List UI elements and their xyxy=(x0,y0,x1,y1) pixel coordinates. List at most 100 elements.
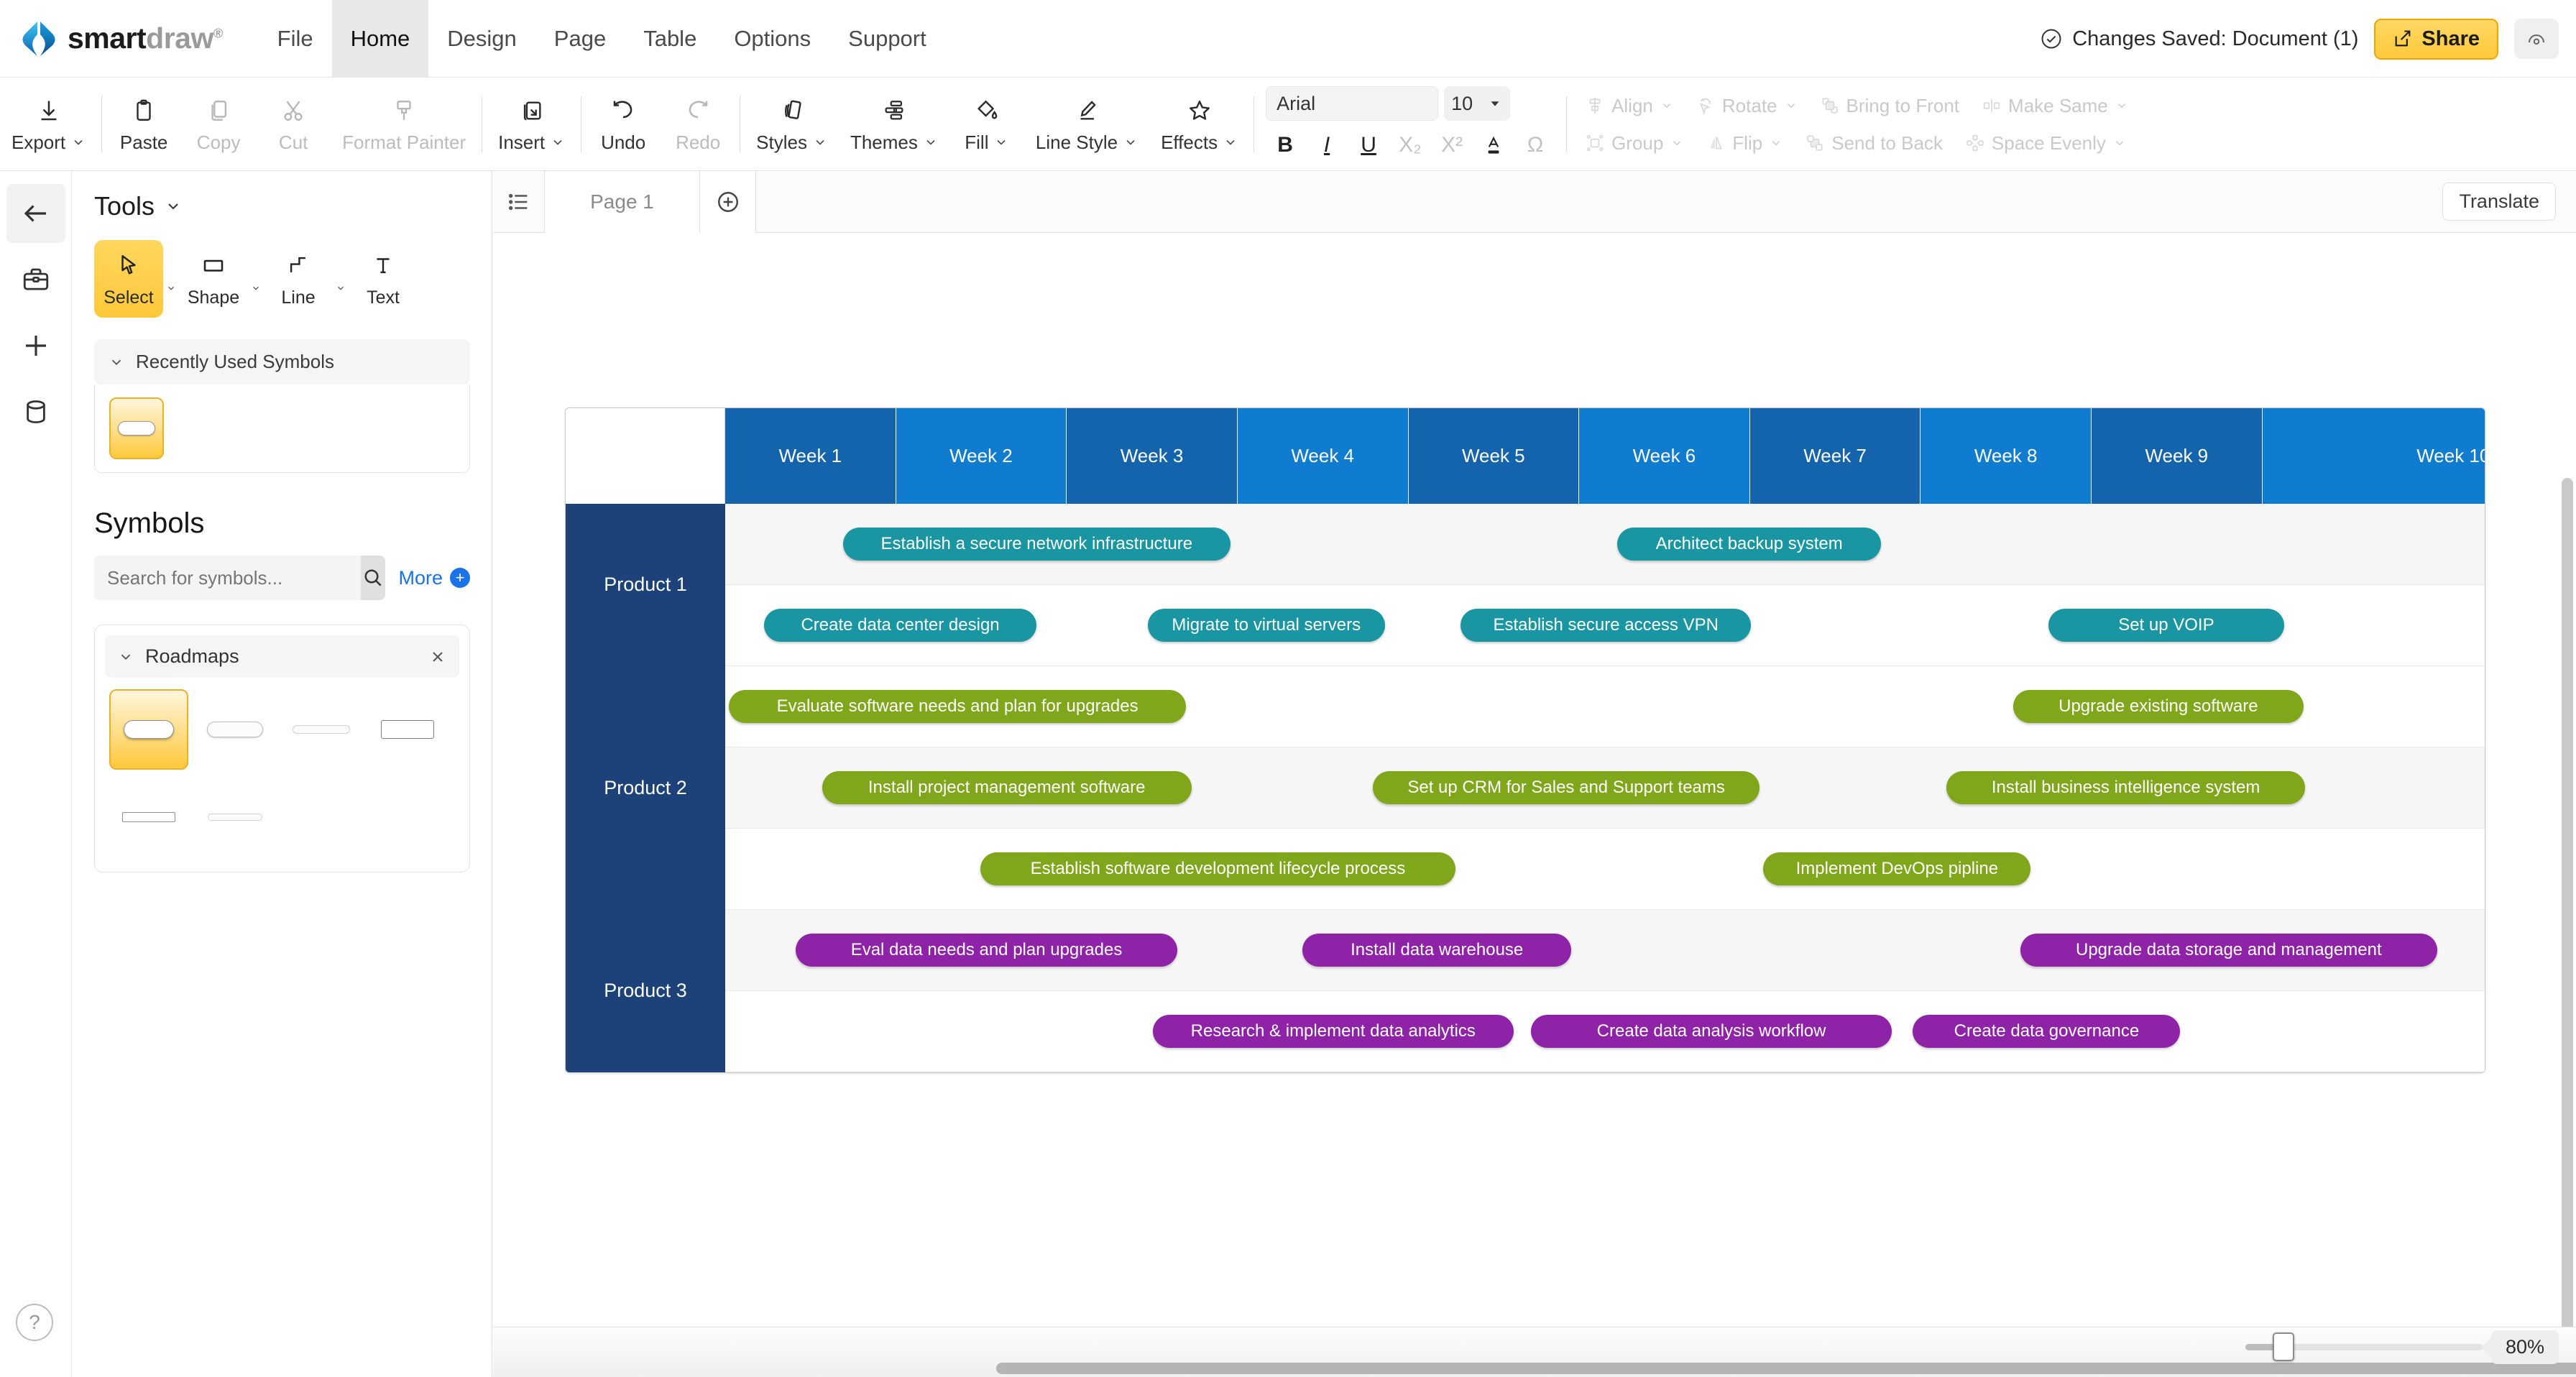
page-tab[interactable]: Page 1 xyxy=(545,171,700,233)
horizontal-scroll-thumb[interactable] xyxy=(996,1363,2576,1374)
help-button[interactable]: ? xyxy=(16,1304,53,1341)
chart-task-bar[interactable]: Establish software development lifecycle… xyxy=(980,852,1455,885)
chart-task-bar[interactable]: Implement DevOps pipline xyxy=(1763,852,2030,885)
chart-task-bar[interactable]: Install project management software xyxy=(822,771,1192,804)
chart-task-bar[interactable]: Research & implement data analytics xyxy=(1153,1015,1514,1048)
symbol-tile[interactable] xyxy=(109,777,188,857)
data-button[interactable] xyxy=(6,382,65,441)
chart-task-bar[interactable]: Create data center design xyxy=(764,609,1036,642)
search-input[interactable] xyxy=(94,567,361,589)
italic-button[interactable]: I xyxy=(1307,128,1346,162)
themes-button[interactable]: Themes xyxy=(839,78,949,171)
chart-task-bar[interactable]: Install data warehouse xyxy=(1302,934,1572,967)
chart-task-bar[interactable]: Install business intelligence system xyxy=(1946,771,2305,804)
symbol-button[interactable]: Ω xyxy=(1516,128,1555,162)
group-button[interactable]: Group xyxy=(1574,132,1695,155)
chart-task-bar[interactable]: Set up VOIP xyxy=(2048,609,2284,642)
rotate-button[interactable]: Rotate xyxy=(1685,95,1809,117)
effects-button[interactable]: Effects xyxy=(1149,78,1249,171)
superscript-button[interactable]: X² xyxy=(1432,128,1471,162)
tools-panel-header[interactable]: Tools xyxy=(94,191,470,221)
chart-task-bar[interactable]: Upgrade data storage and management xyxy=(2020,934,2437,967)
styles-button[interactable]: Styles xyxy=(745,78,839,171)
menu-item-options[interactable]: Options xyxy=(715,0,829,78)
chart-task-bar[interactable]: Evaluate software needs and plan for upg… xyxy=(729,690,1186,723)
symbol-tile[interactable] xyxy=(196,777,275,857)
toolbox-button[interactable] xyxy=(6,250,65,309)
cut-button[interactable]: Cut xyxy=(256,78,331,171)
space-evenly-button[interactable]: Space Evenly xyxy=(1954,132,2138,155)
chart-row-label[interactable]: Product 2 xyxy=(566,666,725,910)
chart-task-bar[interactable]: Create data governance xyxy=(1913,1015,2180,1048)
align-button[interactable]: Align xyxy=(1574,95,1685,117)
symbol-tile[interactable] xyxy=(196,689,275,770)
tool-select[interactable]: Select xyxy=(94,240,163,318)
back-button[interactable] xyxy=(6,184,65,243)
text-color-button[interactable] xyxy=(1474,128,1513,162)
chart-column-header[interactable]: Week 3 xyxy=(1067,408,1238,504)
chart-task-bar[interactable]: Establish secure access VPN xyxy=(1460,609,1751,642)
canvas-vertical-scrollbar[interactable] xyxy=(2562,478,2573,1327)
menu-item-page[interactable]: Page xyxy=(535,0,625,78)
chart-task-bar[interactable]: Upgrade existing software xyxy=(2013,690,2304,723)
symbol-tile[interactable] xyxy=(109,689,188,770)
chart-row-label[interactable]: Product 3 xyxy=(566,910,725,1072)
send-to-back-button[interactable]: Send to Back xyxy=(1794,132,1954,155)
chart-column-header[interactable]: Week 1 xyxy=(725,408,896,504)
search-submit-button[interactable] xyxy=(361,556,385,600)
font-size-select[interactable]: 10 xyxy=(1444,86,1510,121)
tool-text[interactable]: Text xyxy=(349,240,418,318)
chart-column-header[interactable]: Week 9 xyxy=(2092,408,2263,504)
line-style-button[interactable]: Line Style xyxy=(1024,78,1149,171)
add-page-button[interactable] xyxy=(700,171,756,233)
chart-task-bar[interactable]: Create data analysis workflow xyxy=(1531,1015,1892,1048)
format-painter-button[interactable]: Format Painter xyxy=(331,78,477,171)
canvas-horizontal-scrollbar[interactable] xyxy=(996,1363,2576,1374)
symbol-tile[interactable] xyxy=(368,689,447,770)
shape-options-chevron-icon[interactable] xyxy=(248,280,264,296)
add-button[interactable] xyxy=(6,316,65,375)
chart-column-header[interactable]: Week 10 xyxy=(2263,408,2485,504)
chart-row-label[interactable]: Product 1 xyxy=(566,504,725,666)
chart-column-header[interactable]: Week 5 xyxy=(1409,408,1580,504)
chart-task-bar[interactable]: Architect backup system xyxy=(1617,528,1881,561)
chart-task-bar[interactable]: Establish a secure network infrastructur… xyxy=(843,528,1230,561)
drawing-canvas[interactable]: Week 1Week 2Week 3Week 4Week 5Week 6Week… xyxy=(493,234,2576,1327)
recent-symbol-tile[interactable] xyxy=(109,397,164,459)
paste-button[interactable]: Paste xyxy=(106,78,181,171)
undo-button[interactable]: Undo xyxy=(586,78,661,171)
fill-button[interactable]: Fill xyxy=(949,78,1024,171)
underline-button[interactable]: U xyxy=(1349,128,1388,162)
line-options-chevron-icon[interactable] xyxy=(333,280,349,296)
flip-button[interactable]: Flip xyxy=(1695,132,1794,155)
tool-shape[interactable]: Shape xyxy=(179,240,248,318)
zoom-slider-handle[interactable] xyxy=(2273,1332,2294,1361)
chart-column-header[interactable]: Week 6 xyxy=(1579,408,1750,504)
symbol-search-field[interactable] xyxy=(94,556,385,600)
symbol-tile[interactable] xyxy=(282,689,361,770)
close-icon[interactable] xyxy=(429,648,446,666)
translate-button[interactable]: Translate xyxy=(2442,183,2556,221)
recently-used-symbols-header[interactable]: Recently Used Symbols xyxy=(94,339,470,384)
copy-button[interactable]: Copy xyxy=(181,78,256,171)
chart-column-header[interactable]: Week 8 xyxy=(1920,408,2092,504)
chart-column-header[interactable]: Week 7 xyxy=(1750,408,1921,504)
make-same-button[interactable]: Make Same xyxy=(1971,95,2140,117)
zoom-slider-track[interactable] xyxy=(2245,1344,2483,1350)
chart-task-bar[interactable]: Eval data needs and plan upgrades xyxy=(796,934,1177,967)
export-button[interactable]: Export xyxy=(0,78,97,171)
symbol-category-header[interactable]: Roadmaps xyxy=(105,635,459,678)
presentation-button[interactable] xyxy=(2514,19,2559,59)
insert-button[interactable]: Insert xyxy=(487,78,576,171)
share-button[interactable]: Share xyxy=(2374,19,2498,60)
bold-button[interactable]: B xyxy=(1266,128,1305,162)
chart-column-header[interactable]: Week 4 xyxy=(1238,408,1409,504)
redo-button[interactable]: Redo xyxy=(661,78,735,171)
page-list-button[interactable] xyxy=(493,171,545,233)
tool-line[interactable]: Line xyxy=(264,240,333,318)
chart-column-header[interactable]: Week 2 xyxy=(896,408,1067,504)
vertical-scroll-thumb[interactable] xyxy=(2562,478,2573,1327)
chart-task-bar[interactable]: Migrate to virtual servers xyxy=(1148,609,1385,642)
menu-item-table[interactable]: Table xyxy=(625,0,715,78)
menu-item-support[interactable]: Support xyxy=(829,0,945,78)
